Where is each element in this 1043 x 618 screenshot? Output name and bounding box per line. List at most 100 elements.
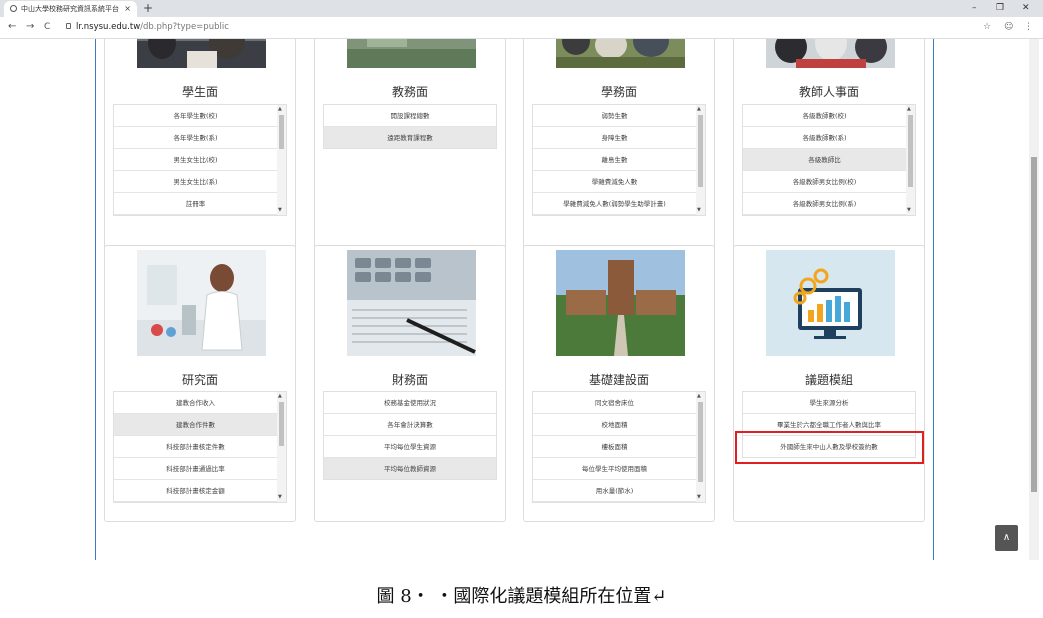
- reload-button[interactable]: C: [44, 20, 50, 34]
- browser-tab[interactable]: 中山大學校務研究資訊系統平台 ×: [4, 1, 137, 17]
- list-item[interactable]: 用水量(節水): [533, 480, 696, 502]
- scroll-down-icon[interactable]: ▼: [278, 495, 282, 500]
- card-heading: 學務面: [600, 85, 637, 99]
- card-finance: 財務面 校務基金使用狀況 各年會計決算數 平均每位學生資源 平均每位教師資源: [314, 245, 506, 522]
- list-item[interactable]: 各年學生數(校): [114, 105, 277, 127]
- list-item[interactable]: 平均每位學生資源: [324, 436, 496, 458]
- list-item[interactable]: 各年學生數(系): [114, 127, 277, 149]
- scroll-down-icon[interactable]: ▼: [907, 208, 911, 213]
- indicator-list[interactable]: 校務基金使用狀況 各年會計決算數 平均每位學生資源 平均每位教師資源: [323, 391, 497, 480]
- new-tab-button[interactable]: +: [143, 0, 153, 16]
- card-heading: 基礎建設面: [588, 373, 649, 387]
- list-scrollbar[interactable]: ▲ ▼: [277, 392, 286, 502]
- list-item[interactable]: 各級教師男女比例(校): [743, 171, 906, 193]
- list-item[interactable]: 男生女生比(系): [114, 171, 277, 193]
- list-item[interactable]: 同文宿舍床位: [533, 392, 696, 414]
- list-item[interactable]: 各級教師男女比例(系): [743, 193, 906, 215]
- close-window-button[interactable]: ✕: [1022, 0, 1030, 16]
- list-scrollbar[interactable]: ▲ ▼: [906, 105, 915, 215]
- list-item[interactable]: 建教合作收入: [114, 392, 277, 414]
- research-photo: [137, 250, 266, 356]
- list-item[interactable]: 弱勢生數: [533, 105, 696, 127]
- list-scrollbar[interactable]: ▲ ▼: [277, 105, 286, 215]
- list-item[interactable]: 樓板面積: [533, 436, 696, 458]
- issue-module-illustration: [766, 250, 895, 356]
- list-item[interactable]: 每位學生平均使用面積: [533, 458, 696, 480]
- scroll-up-icon[interactable]: ▲: [278, 107, 282, 112]
- list-item[interactable]: 各級教師數(校): [743, 105, 906, 127]
- card-heading: 教務面: [391, 85, 428, 99]
- list-item[interactable]: 校務基金使用狀況: [324, 392, 496, 414]
- list-item[interactable]: 各年會計決算數: [324, 414, 496, 436]
- list-scrollbar[interactable]: ▲ ▼: [696, 105, 705, 215]
- scroll-down-icon[interactable]: ▼: [697, 495, 701, 500]
- scroll-thumb[interactable]: [698, 115, 703, 187]
- card-heading: 教師人事面: [798, 85, 859, 99]
- list-item[interactable]: 科技部計畫核定件數: [114, 436, 277, 458]
- indicator-list[interactable]: 弱勢生數 身障生數 離島生數 學雜費減免人數 學雜費減免人數(弱勢學生助學計畫)…: [532, 104, 706, 216]
- tab-title: 中山大學校務研究資訊系統平台: [21, 5, 119, 13]
- module-panel: 學生面 各年學生數(校) 各年學生數(系) 男生女生比(校) 男生女生比(系) …: [95, 39, 934, 560]
- card-heading: 研究面: [181, 373, 218, 387]
- list-item[interactable]: 各級教師數(系): [743, 127, 906, 149]
- scroll-up-icon[interactable]: ▲: [697, 394, 701, 399]
- list-item[interactable]: 離島生數: [533, 149, 696, 171]
- list-scrollbar[interactable]: ▲ ▼: [696, 392, 705, 502]
- list-item[interactable]: 學雜費減免人數(弱勢學生助學計畫): [533, 193, 696, 215]
- page-scroll-thumb[interactable]: [1031, 157, 1037, 492]
- card-academic: 教務面 開設課程總數 遠距教育課程數: [314, 39, 506, 266]
- lock-icon[interactable]: [66, 23, 71, 29]
- forward-button[interactable]: →: [26, 20, 34, 34]
- scroll-up-icon[interactable]: ▲: [697, 107, 701, 112]
- list-item[interactable]: 平均每位教師資源: [324, 458, 496, 479]
- finance-photo: [347, 250, 476, 356]
- indicator-list[interactable]: 同文宿舍床位 校地面積 樓板面積 每位學生平均使用面積 用水量(節水) ▲ ▼: [532, 391, 706, 503]
- browser-tab-bar: 中山大學校務研究資訊系統平台 × + – ❐ ✕: [0, 0, 1043, 17]
- indicator-list[interactable]: 各級教師數(校) 各級教師數(系) 各級教師比 各級教師男女比例(校) 各級教師…: [742, 104, 916, 216]
- indicator-list[interactable]: 建教合作收入 建教合作件數 科技部計畫核定件數 科技部計畫通過比率 科技部計畫核…: [113, 391, 287, 503]
- url-host: lr.nsysu.edu.tw: [76, 22, 141, 32]
- card-faculty: 教師人事面 各級教師數(校) 各級教師數(系) 各級教師比 各級教師男女比例(校…: [733, 39, 925, 266]
- list-item[interactable]: 遠距教育課程數: [324, 127, 496, 148]
- profile-icon[interactable]: ☺: [1004, 20, 1013, 34]
- scroll-up-icon[interactable]: ▲: [278, 394, 282, 399]
- page-viewport: 學生面 各年學生數(校) 各年學生數(系) 男生女生比(校) 男生女生比(系) …: [0, 39, 1043, 560]
- list-item[interactable]: 開設課程總數: [324, 105, 496, 127]
- address-bar[interactable]: lr.nsysu.edu.tw/db.php?type=public: [76, 20, 229, 34]
- page-scrollbar[interactable]: [1029, 39, 1039, 560]
- list-item[interactable]: 學生來源分析: [743, 392, 915, 414]
- list-item[interactable]: 科技部計畫核定金額: [114, 480, 277, 502]
- list-item[interactable]: 建教合作件數: [114, 414, 277, 436]
- browser-menu-icon[interactable]: ⋮: [1024, 20, 1033, 34]
- back-button[interactable]: ←: [8, 20, 16, 34]
- back-to-top-button[interactable]: ∧: [995, 525, 1018, 551]
- minimize-button[interactable]: –: [972, 0, 977, 16]
- scroll-thumb[interactable]: [279, 115, 284, 149]
- site-favicon-icon: [10, 5, 17, 12]
- list-item[interactable]: 男生女生比(校): [114, 149, 277, 171]
- list-item[interactable]: 各級教師比: [743, 149, 906, 171]
- indicator-list[interactable]: 開設課程總數 遠距教育課程數: [323, 104, 497, 149]
- tab-close-icon[interactable]: ×: [124, 1, 131, 17]
- list-item[interactable]: 學雜費減免人數: [533, 171, 696, 193]
- student-photo: [137, 39, 266, 68]
- list-item[interactable]: 註冊率: [114, 193, 277, 215]
- card-issue-module: 議題模組 學生來源分析 畢業生於六都全職工作者人數與比率 外國師生來中山人數及學…: [733, 245, 925, 522]
- list-item[interactable]: 身障生數: [533, 127, 696, 149]
- scroll-down-icon[interactable]: ▼: [278, 208, 282, 213]
- bookmark-star-icon[interactable]: ☆: [983, 20, 991, 34]
- scroll-up-icon[interactable]: ▲: [907, 107, 911, 112]
- scroll-down-icon[interactable]: ▼: [697, 208, 701, 213]
- highlight-box: [735, 431, 924, 464]
- card-heading: 財務面: [391, 373, 428, 387]
- scroll-thumb[interactable]: [698, 402, 703, 482]
- indicator-list[interactable]: 各年學生數(校) 各年學生數(系) 男生女生比(校) 男生女生比(系) 註冊率 …: [113, 104, 287, 216]
- figure-caption: 圖 8‧ ‧國際化議題模組所在位置↵: [376, 586, 667, 607]
- card-heading: 議題模組: [804, 373, 853, 387]
- restore-button[interactable]: ❐: [996, 0, 1004, 16]
- list-item[interactable]: 校地面積: [533, 414, 696, 436]
- list-item[interactable]: 科技部計畫通過比率: [114, 458, 277, 480]
- card-student-affairs: 學務面 弱勢生數 身障生數 離島生數 學雜費減免人數 學雜費減免人數(弱勢學生助…: [523, 39, 715, 266]
- scroll-thumb[interactable]: [908, 115, 913, 187]
- scroll-thumb[interactable]: [279, 402, 284, 446]
